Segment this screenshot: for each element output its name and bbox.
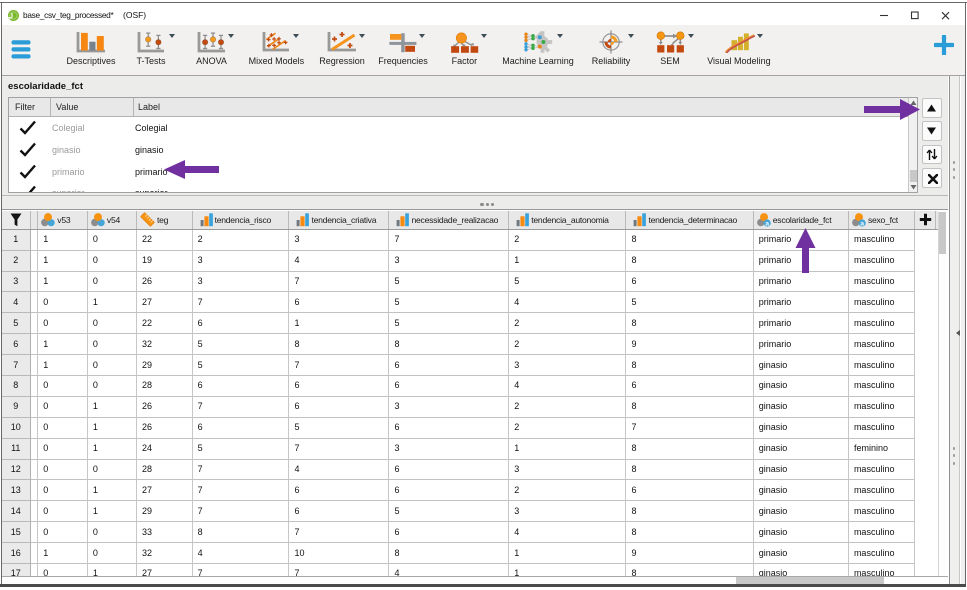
svg-text:a: a <box>765 220 769 227</box>
svg-text:a: a <box>860 220 864 227</box>
